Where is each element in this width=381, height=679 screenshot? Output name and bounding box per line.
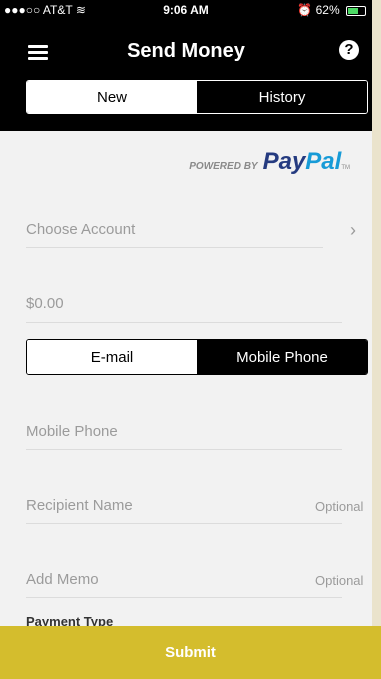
tab-switcher: New History [26,80,368,114]
divider [26,322,342,323]
choose-account-field[interactable]: Choose Account [26,221,135,238]
question-mark-icon[interactable]: ? [339,40,359,60]
alarm-icon: ⏰ [297,3,313,17]
app-screen: ●●●○○ AT&T ≋ 9:06 AM ⏰ 62% Send Money ? … [0,0,372,679]
status-bar: ●●●○○ AT&T ≋ 9:06 AM ⏰ 62% [0,0,372,20]
battery-status: ⏰ 62% [297,3,366,17]
optional-label: Optional [315,499,364,514]
amount-input[interactable]: $0.00 [26,295,64,312]
option-email[interactable]: E-mail [27,340,197,374]
divider [26,597,342,598]
nav-bar: Send Money ? New History [0,20,372,131]
submit-button[interactable]: Submit [0,626,381,679]
divider [26,523,342,524]
tab-history[interactable]: History [197,81,367,113]
memo-input[interactable]: Add Memo [26,571,99,588]
method-switcher: E-mail Mobile Phone [26,339,368,375]
option-mobile-phone[interactable]: Mobile Phone [197,340,367,374]
divider [26,449,342,450]
chevron-right-icon: › [350,220,356,240]
battery-icon [346,5,366,16]
tab-new[interactable]: New [27,81,197,113]
paypal-logo: POWERED BY Pay Pal TM [189,148,350,175]
powered-by-label: POWERED BY [189,161,258,172]
mobile-phone-input[interactable]: Mobile Phone [26,423,118,440]
page-title: Send Money [127,40,245,62]
divider [26,247,323,248]
optional-label: Optional [315,573,364,588]
recipient-name-input[interactable]: Recipient Name [26,497,133,514]
